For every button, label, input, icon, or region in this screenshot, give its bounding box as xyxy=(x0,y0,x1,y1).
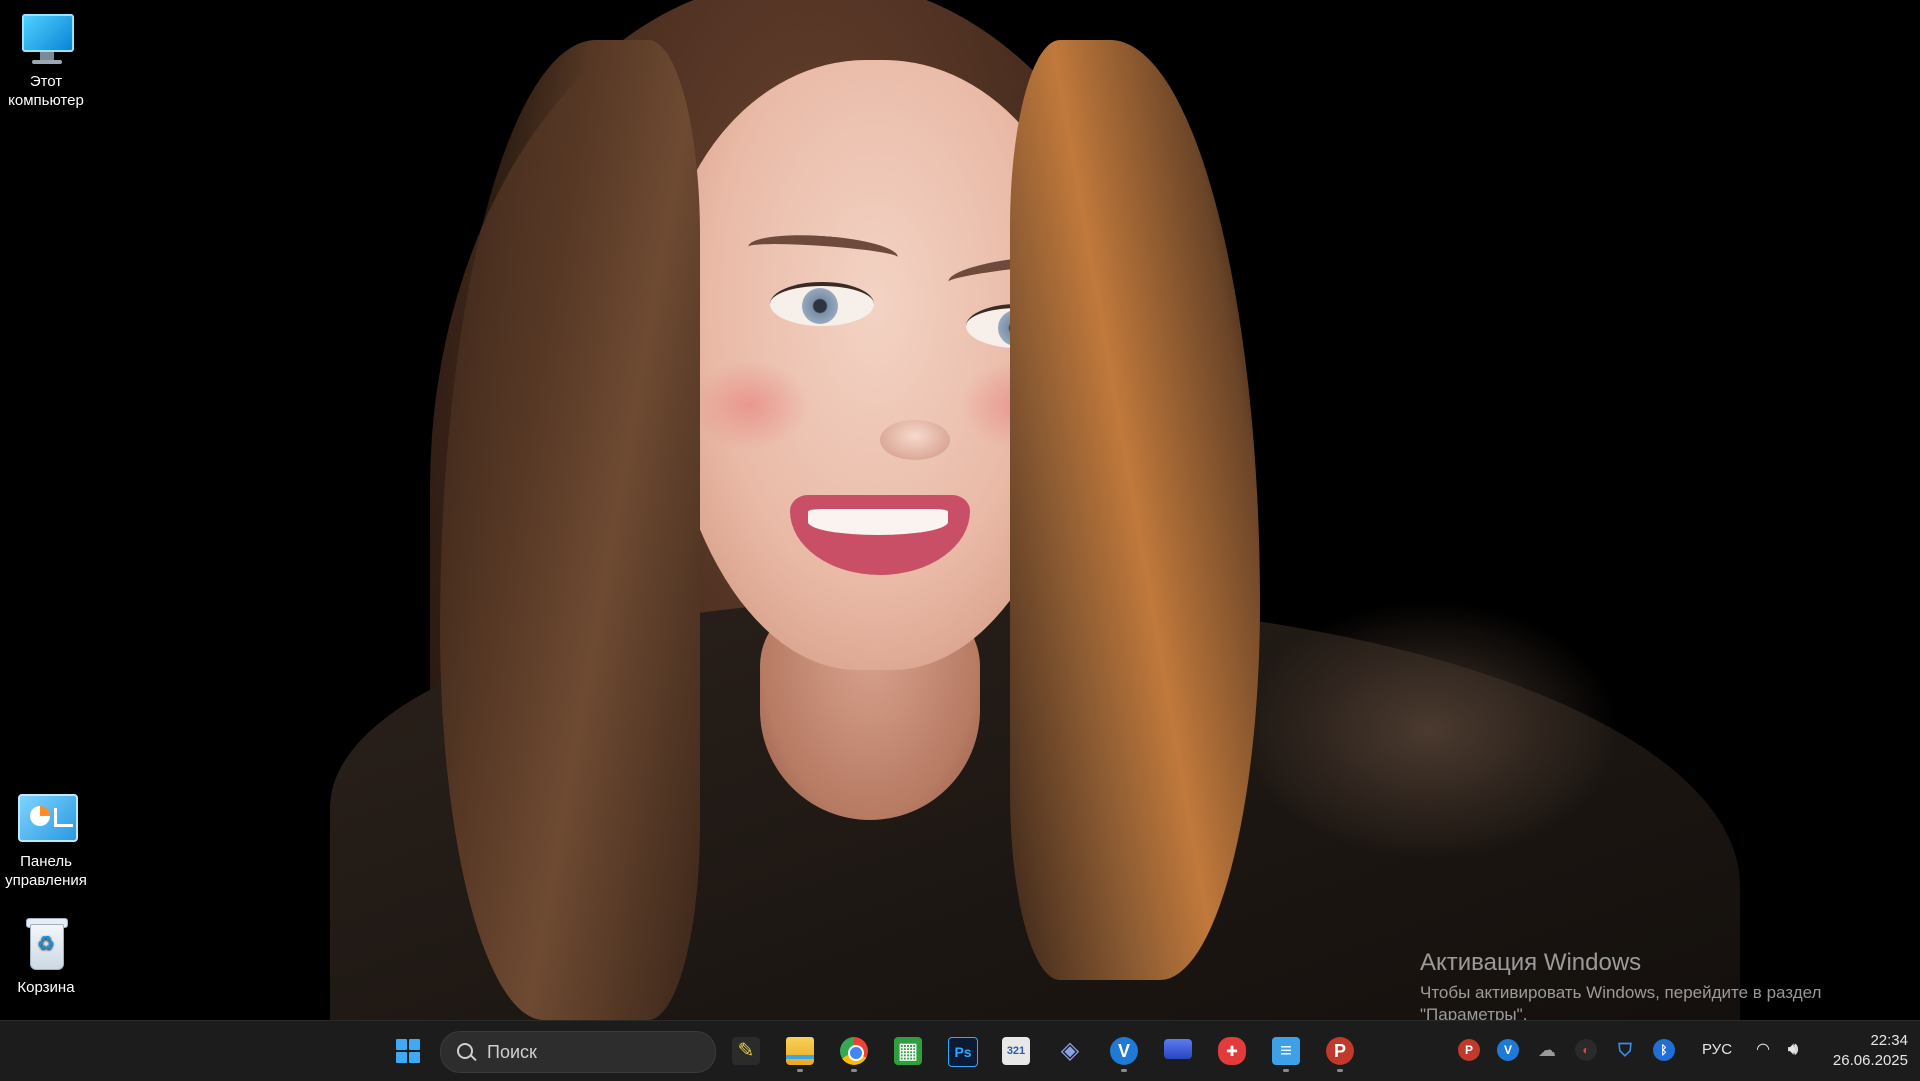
taskbar-app-pen[interactable]: ✎ xyxy=(724,1029,768,1073)
running-indicator xyxy=(797,1069,803,1072)
tray-security-icon[interactable]: ⛉ xyxy=(1614,1039,1636,1061)
activation-text: Чтобы активировать Windows, перейдите в … xyxy=(1420,983,1822,1020)
taskbar-search[interactable]: Поиск xyxy=(440,1031,716,1073)
wallpaper-nose xyxy=(880,420,950,460)
desktop: Этот компьютер Панель управления ♻ Корзи… xyxy=(0,0,1920,1020)
taskbar-app-notepad[interactable]: ≡ xyxy=(1264,1029,1308,1073)
tray-vpn-icon[interactable]: V xyxy=(1497,1039,1519,1061)
search-icon xyxy=(457,1043,473,1059)
tray-language[interactable]: РУС xyxy=(1702,1041,1732,1058)
photoshop-icon: Ps xyxy=(948,1037,978,1067)
tray-bluetooth-icon[interactable]: ᛒ xyxy=(1653,1039,1675,1061)
wallpaper-hair-right xyxy=(1010,40,1260,980)
activation-title: Активация Windows xyxy=(1420,949,1642,976)
spreadsheet-icon: ▦ xyxy=(894,1037,922,1065)
windows-activation-watermark: Активация Windows Чтобы активировать Win… xyxy=(1420,948,1900,1020)
taskbar-app-vpn[interactable]: V xyxy=(1102,1029,1146,1073)
wallpaper-blush-left xyxy=(690,360,810,450)
notepad-icon: ≡ xyxy=(1272,1037,1300,1065)
running-indicator xyxy=(1121,1069,1127,1072)
computer-icon xyxy=(16,10,76,66)
desktop-icon-this-pc[interactable]: Этот компьютер xyxy=(0,10,92,110)
taskbar-app-psiphon[interactable]: P xyxy=(1318,1029,1362,1073)
running-indicator xyxy=(851,1069,857,1072)
desktop-icon-label: Панель управления xyxy=(5,853,87,889)
control-panel-icon xyxy=(16,790,78,846)
monitor-icon xyxy=(1164,1039,1192,1059)
clock-time: 22:34 xyxy=(1870,1032,1908,1049)
taskbar-clock[interactable]: 22:34 26.06.2025 xyxy=(1808,1031,1908,1071)
start-button[interactable] xyxy=(386,1029,430,1073)
taskbar-app-chrome[interactable] xyxy=(832,1029,876,1073)
taskbar: Поиск ✎ ▦ Ps 321 ◈ V ✚ ≡ P P V ☁ ◐ ⛉ ᛒ Р… xyxy=(0,1020,1920,1081)
folder-icon xyxy=(786,1037,814,1065)
pen-app-icon: ✎ xyxy=(732,1037,760,1065)
layers-icon: ◈ xyxy=(1060,1037,1080,1064)
wallpaper-hair-left xyxy=(440,40,700,1020)
recycle-bin-icon: ♻ xyxy=(16,916,76,972)
search-placeholder: Поиск xyxy=(487,1042,537,1062)
running-indicator xyxy=(1283,1069,1289,1072)
taskbar-app-photoshop[interactable]: Ps xyxy=(940,1029,984,1073)
volume-icon[interactable]: 🔊︎ xyxy=(1782,1039,1804,1061)
desktop-icon-label: Корзина xyxy=(17,979,75,996)
chrome-icon xyxy=(840,1037,868,1065)
taskbar-app-spreadsheet[interactable]: ▦ xyxy=(886,1029,930,1073)
taskbar-app-media-player[interactable]: 321 xyxy=(994,1029,1038,1073)
desktop-icon-recycle-bin[interactable]: ♻ Корзина xyxy=(0,916,92,997)
wallpaper-teeth xyxy=(808,509,948,535)
tray-app-icon[interactable]: ◐ xyxy=(1575,1039,1597,1061)
tray-psiphon-icon[interactable]: P xyxy=(1458,1039,1480,1061)
taskbar-app-file-explorer[interactable] xyxy=(778,1029,822,1073)
vpn-icon: V xyxy=(1110,1037,1138,1065)
wallpaper-eye-left xyxy=(770,282,874,326)
gamepad-icon: ✚ xyxy=(1218,1037,1246,1065)
wifi-icon[interactable]: ◠ xyxy=(1752,1039,1774,1061)
tray-onedrive-icon[interactable]: ☁ xyxy=(1536,1039,1558,1061)
windows-logo-icon xyxy=(396,1039,420,1063)
clock-date: 26.06.2025 xyxy=(1832,1052,1908,1069)
wallpaper-portrait xyxy=(0,0,1920,1020)
psiphon-icon: P xyxy=(1326,1037,1354,1065)
desktop-icon-label: Этот компьютер xyxy=(8,73,84,109)
media-player-icon: 321 xyxy=(1002,1037,1030,1065)
wallpaper-iris xyxy=(802,288,838,324)
taskbar-app-game[interactable]: ✚ xyxy=(1210,1029,1254,1073)
running-indicator xyxy=(1337,1069,1343,1072)
desktop-icon-control-panel[interactable]: Панель управления xyxy=(0,790,92,890)
taskbar-app-remote-desktop[interactable] xyxy=(1156,1029,1200,1073)
wallpaper-shoulder-highlight xyxy=(1240,600,1620,860)
taskbar-app-layers[interactable]: ◈ xyxy=(1048,1029,1092,1073)
